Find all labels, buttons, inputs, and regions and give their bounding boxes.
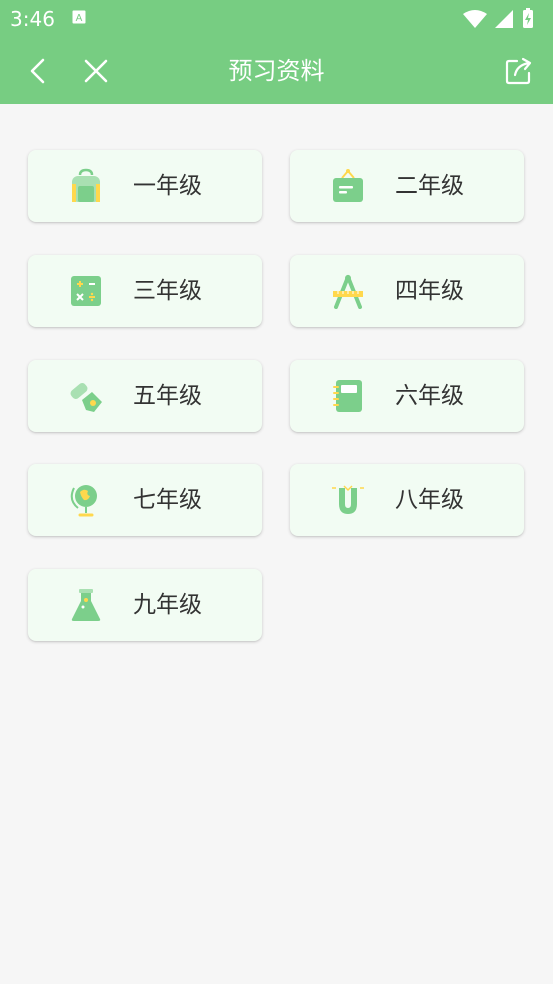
grade-label: 九年级	[133, 592, 202, 618]
folder-board-icon	[333, 169, 363, 202]
grade-card[interactable]: 六年级	[290, 360, 524, 432]
compass-ruler-icon	[333, 275, 363, 309]
calculator-icon	[71, 276, 101, 306]
grade-label: 一年级	[133, 173, 202, 199]
signal-icon	[495, 10, 513, 28]
globe-icon	[70, 485, 97, 517]
battery-icon	[523, 8, 533, 28]
grade-label: 八年级	[395, 487, 464, 513]
grade-card[interactable]: 九年级	[28, 569, 262, 641]
wifi-icon	[463, 10, 487, 28]
grade-label: 五年级	[133, 383, 202, 409]
grade-card[interactable]: 三年级	[28, 255, 262, 327]
grade-label: 六年级	[395, 383, 464, 409]
backpack-icon	[72, 168, 100, 202]
grade-card[interactable]: 七年级	[28, 464, 262, 536]
grade-label: 七年级	[133, 487, 202, 513]
status-bar: 3:46 A	[0, 0, 553, 38]
nav-bar: 预习资料	[0, 38, 553, 104]
notebook-icon	[333, 380, 362, 412]
status-icons	[463, 8, 533, 28]
share-icon	[505, 57, 532, 85]
grade-card[interactable]: 四年级	[290, 255, 524, 327]
grade-label: 三年级	[133, 278, 202, 304]
grade-card[interactable]: 五年级	[28, 360, 262, 432]
keyboard-icon: A	[72, 10, 86, 24]
svg-text:A: A	[76, 13, 83, 24]
grade-card[interactable]: 二年级	[290, 150, 524, 222]
pen-eraser-icon	[70, 383, 102, 412]
grade-label: 二年级	[395, 173, 464, 199]
header: 3:46 A 预习资料	[0, 0, 553, 104]
share-button[interactable]	[501, 53, 537, 89]
grade-label: 四年级	[395, 278, 464, 304]
status-time: 3:46	[10, 7, 55, 31]
grade-card[interactable]: 一年级	[28, 150, 262, 222]
magnet-icon	[332, 485, 364, 514]
page-title: 预习资料	[228, 57, 325, 85]
grade-card[interactable]: 八年级	[290, 464, 524, 536]
flask-icon	[71, 589, 101, 621]
